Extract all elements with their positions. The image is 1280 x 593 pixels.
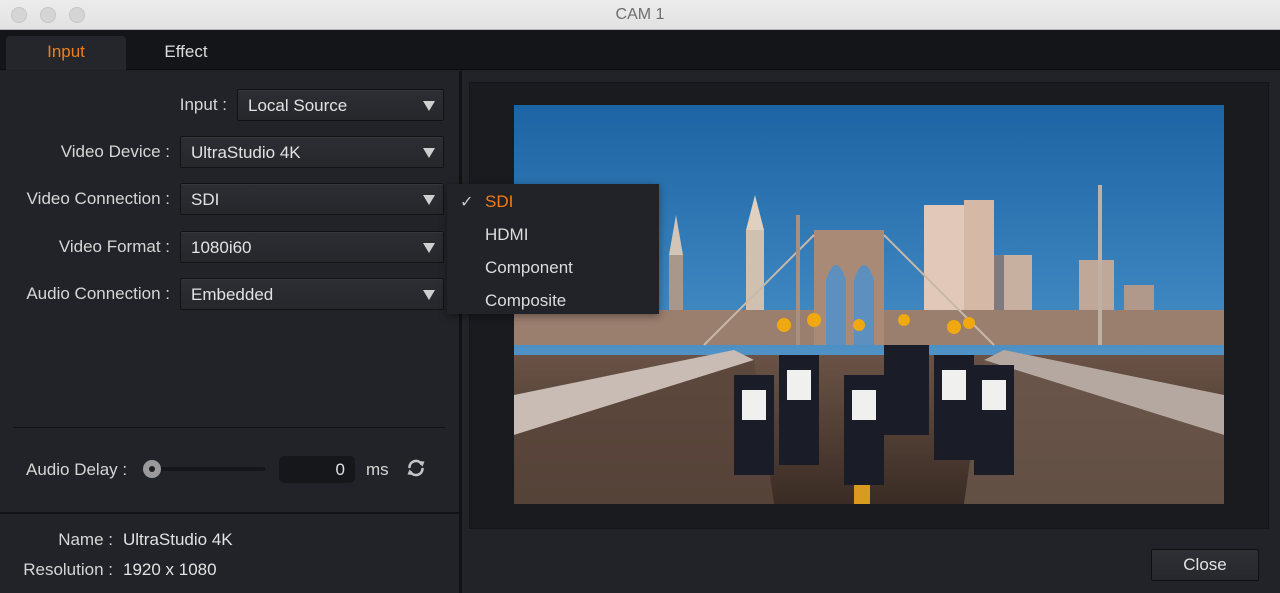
audio-delay-unit: ms [366, 460, 389, 479]
menu-item-label: Component [485, 258, 573, 277]
chevron-down-icon [423, 195, 435, 205]
video-format-select[interactable]: 1080i60 [180, 231, 444, 263]
device-name-label: Name : [58, 530, 113, 549]
audio-connection-select[interactable]: Embedded [180, 278, 444, 310]
chevron-down-icon [423, 290, 435, 300]
menu-item-sdi[interactable]: ✓ SDI [447, 186, 659, 216]
input-select[interactable]: Local Source [237, 89, 444, 121]
menu-item-component[interactable]: Component [447, 252, 659, 282]
tab-input[interactable]: Input [6, 36, 126, 70]
input-row: Input : Local Source [0, 89, 460, 121]
video-connection-label: Video Connection : [26, 189, 170, 208]
video-format-value: 1080i60 [191, 238, 252, 257]
input-select-value: Local Source [248, 96, 348, 115]
input-label: Input : [179, 95, 227, 114]
menu-item-hdmi[interactable]: HDMI [447, 219, 659, 249]
menu-item-label: HDMI [485, 225, 529, 244]
device-name-value: UltraStudio 4K [123, 530, 233, 549]
tab-bar: Input Effect [0, 30, 1280, 70]
audio-connection-row: Audio Connection : Embedded [0, 278, 460, 310]
chevron-down-icon [423, 243, 435, 253]
video-format-row: Video Format : 1080i60 [0, 231, 460, 263]
video-connection-row: Video Connection : SDI [0, 183, 460, 215]
resolution-label: Resolution : [23, 560, 113, 579]
chevron-down-icon [423, 148, 435, 158]
close-button[interactable]: Close [1151, 549, 1259, 581]
input-settings-panel: Input : Local Source Video Device : Ultr… [0, 71, 460, 593]
video-connection-select[interactable]: SDI [180, 183, 444, 215]
audio-connection-value: Embedded [191, 285, 274, 304]
checkmark-icon: ✓ [460, 194, 474, 211]
video-device-label: Video Device : [60, 142, 170, 161]
video-device-select[interactable]: UltraStudio 4K [180, 136, 444, 168]
refresh-icon[interactable] [405, 457, 427, 479]
menu-item-composite[interactable]: Composite [447, 285, 659, 315]
audio-delay-slider-knob[interactable] [143, 460, 161, 478]
chevron-down-icon [423, 101, 435, 111]
video-device-value: UltraStudio 4K [191, 143, 301, 162]
video-connection-menu: ✓ SDI HDMI Component Composite [447, 184, 659, 314]
menu-item-label: SDI [485, 192, 514, 211]
audio-delay-label: Audio Delay : [26, 460, 128, 479]
audio-connection-label: Audio Connection : [26, 284, 170, 303]
divider [0, 512, 460, 514]
video-connection-value: SDI [191, 190, 220, 209]
audio-delay-slider[interactable] [150, 467, 265, 471]
window-title: CAM 1 [615, 6, 665, 23]
title-bar: CAM 1 [0, 0, 1280, 30]
tab-effect[interactable]: Effect [126, 36, 246, 70]
video-format-label: Video Format : [58, 237, 170, 256]
divider [13, 427, 445, 428]
video-device-row: Video Device : UltraStudio 4K [0, 136, 460, 168]
audio-delay-input[interactable]: 0 [279, 456, 355, 483]
resolution-value: 1920 x 1080 [123, 560, 217, 579]
menu-item-label: Composite [485, 291, 567, 310]
